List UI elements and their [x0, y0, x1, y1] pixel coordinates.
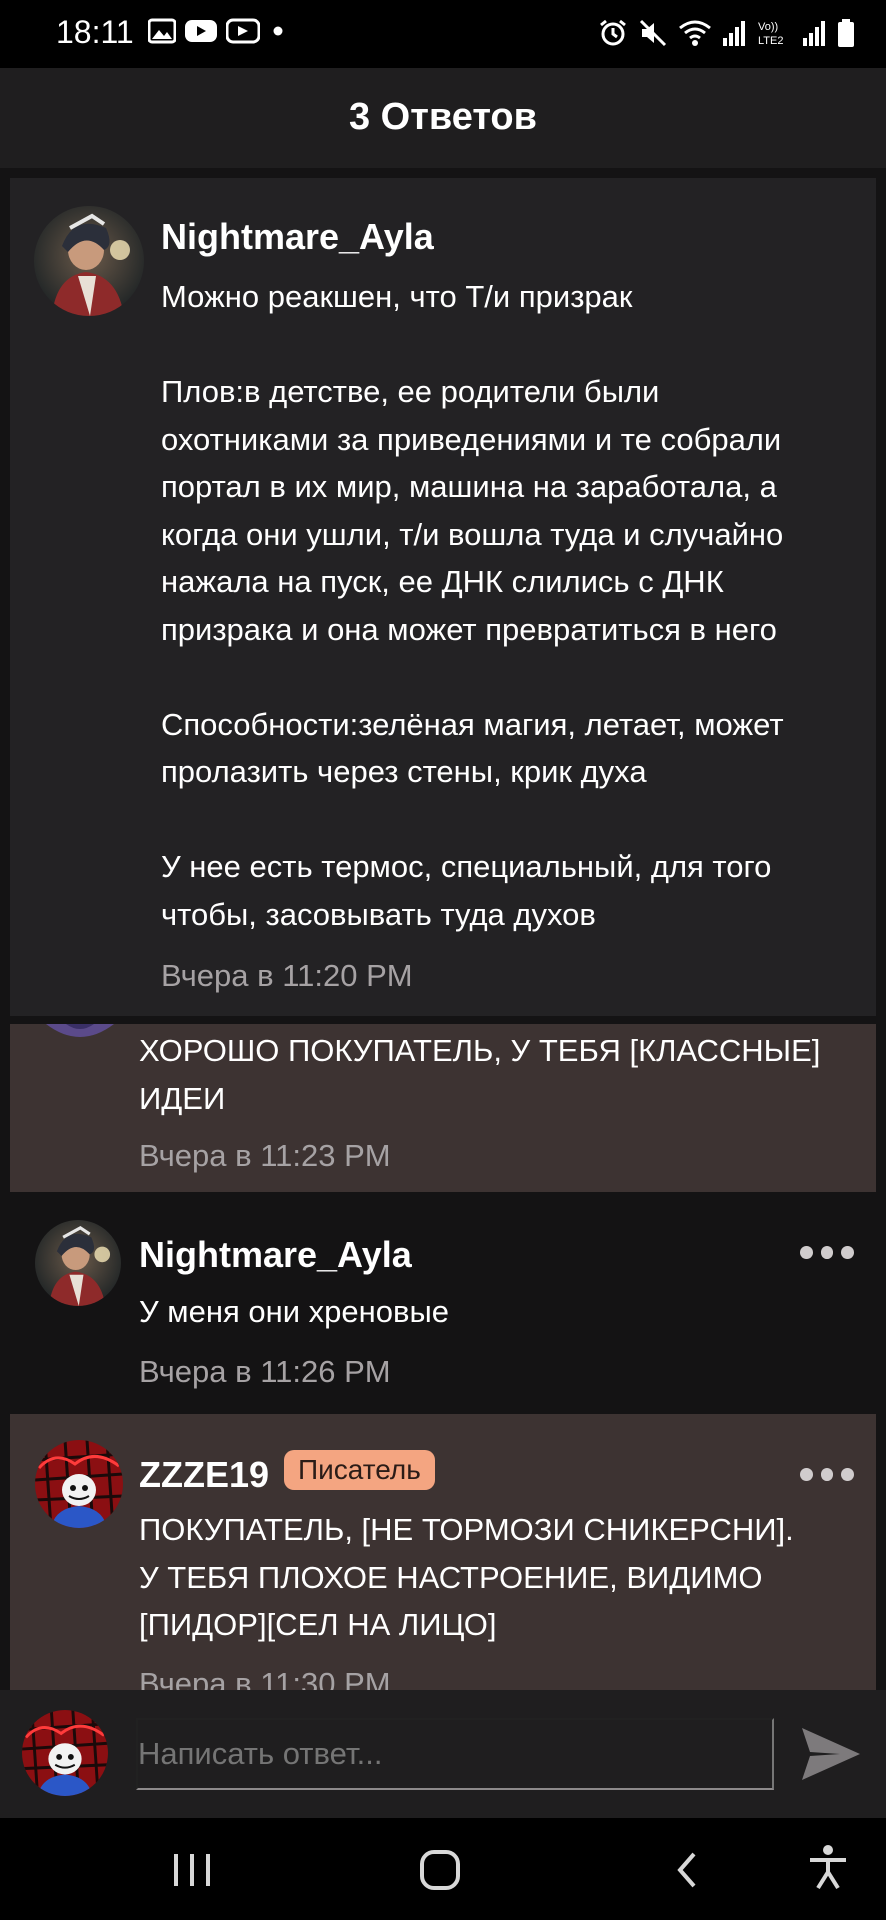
avatar[interactable] [46, 1024, 114, 1040]
battery-icon [838, 19, 854, 47]
comment-card[interactable]: Nightmare_Ayla У меня они хреновые Вчера… [10, 1196, 876, 1410]
video-icon [226, 18, 260, 44]
status-time: 18:11 [56, 14, 134, 50]
comment-text: У меня они хреновые [139, 1294, 449, 1329]
send-icon[interactable] [800, 1726, 862, 1782]
comment-timestamp: Вчера в 11:23 PM [139, 1138, 391, 1173]
page-title: 3 Ответов [348, 96, 538, 138]
replies-header: 3 Ответов [0, 68, 886, 168]
back-icon[interactable] [672, 1848, 702, 1892]
youtube-icon [185, 20, 217, 42]
reply-composer [0, 1690, 886, 1818]
comment-timestamp: Вчера в 11:30 PM [139, 1666, 391, 1690]
avatar[interactable] [35, 1220, 121, 1306]
system-nav-bar [0, 1818, 886, 1920]
comment-username[interactable]: Nightmare_Ayla [139, 1234, 412, 1276]
comment-text: ХОРОШО ПОКУПАТЕЛЬ, У ТЕБЯ [КЛАССНЫЕ] ИДЕ… [139, 1033, 821, 1116]
reply-input[interactable] [136, 1718, 774, 1790]
status-bar: 18:11 Vo)) LTE2 [0, 0, 886, 68]
accessibility-icon[interactable] [806, 1844, 850, 1892]
avatar[interactable] [34, 206, 144, 316]
more-options-icon[interactable] [800, 1464, 855, 1484]
comment-text: Можно реакшен, что Т/и призрак Плов:в де… [161, 279, 784, 932]
signal-icon [723, 21, 745, 46]
avatar[interactable] [35, 1440, 123, 1528]
signal-icon-2 [803, 21, 825, 46]
dot-icon [273, 26, 283, 36]
comment-card[interactable]: Nightmare_Ayla Можно реакшен, что Т/и пр… [10, 178, 876, 1016]
comment-timestamp: Вчера в 11:20 PM [161, 958, 413, 993]
recents-icon[interactable] [170, 1850, 214, 1890]
svg-text:Vo)): Vo)) [758, 21, 778, 33]
home-icon[interactable] [418, 1848, 462, 1892]
comment-text: ПОКУПАТЕЛЬ, [НЕ ТОРМОЗИ СНИКЕРСНИ]. У ТЕ… [139, 1512, 794, 1642]
alarm-icon [600, 19, 626, 46]
comment-username[interactable]: Nightmare_Ayla [161, 216, 434, 258]
gallery-icon [148, 18, 176, 44]
comment-card[interactable]: ZZZE19 Писатель ПОКУПАТЕЛЬ, [НЕ ТОРМОЗИ … [10, 1414, 876, 1690]
volte-icon: Vo)) LTE2 [758, 21, 783, 47]
wifi-icon [679, 20, 711, 46]
writer-badge: Писатель [284, 1450, 435, 1490]
mute-icon [639, 19, 667, 47]
comment-card[interactable]: ХОРОШО ПОКУПАТЕЛЬ, У ТЕБЯ [КЛАССНЫЕ] ИДЕ… [10, 1024, 876, 1192]
comment-timestamp: Вчера в 11:26 PM [139, 1354, 391, 1389]
status-left-icons [148, 18, 288, 44]
more-options-icon[interactable] [800, 1242, 855, 1262]
my-avatar[interactable] [22, 1710, 108, 1796]
svg-text:LTE2: LTE2 [758, 35, 783, 47]
comment-username[interactable]: ZZZE19 [139, 1454, 269, 1496]
status-right-icons: Vo)) LTE2 [598, 18, 856, 48]
